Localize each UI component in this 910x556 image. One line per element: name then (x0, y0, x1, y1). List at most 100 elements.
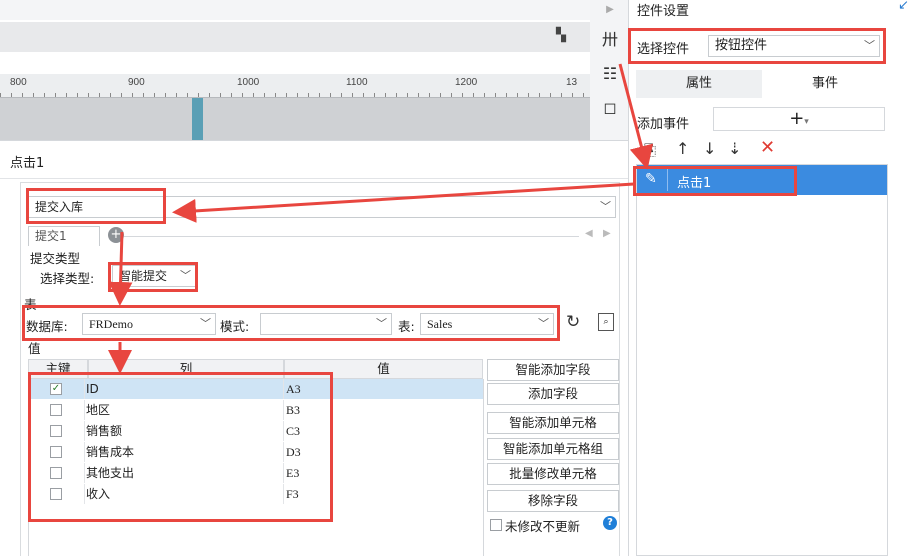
selected-column-marker (192, 98, 203, 140)
dialog-title: 点击1 (10, 156, 45, 171)
ruler-tick (418, 93, 419, 97)
ruler-number: 900 (128, 77, 145, 88)
design-canvas[interactable] (0, 98, 590, 140)
smart-add-cell-group-button[interactable]: 智能添加单元格组 (487, 438, 619, 460)
sort-icon[interactable]: ⇣ (728, 139, 741, 158)
ruler-tick (506, 93, 507, 97)
ruler-tick (77, 93, 78, 97)
top-strip (0, 0, 590, 20)
ruler-tick (99, 93, 100, 97)
ruler-tick (528, 93, 529, 97)
no-update-label: 未修改不更新 (505, 519, 581, 534)
ruler-tick (539, 93, 540, 97)
smart-add-cell-button[interactable]: 智能添加单元格 (487, 412, 619, 434)
ruler-tick (143, 93, 144, 97)
tab-line (124, 236, 579, 237)
ruler-tick (154, 93, 155, 97)
ruler: 800 900 1000 1100 1200 13 (0, 74, 590, 98)
ruler-tick (187, 93, 188, 97)
annotation-box-table (22, 305, 560, 341)
ruler-tick (572, 93, 573, 97)
ruler-tick (363, 93, 364, 97)
refresh-icon[interactable]: ↻ (566, 312, 580, 332)
add-tab-icon[interactable]: + (108, 227, 124, 243)
ruler-tick (11, 93, 12, 97)
tab-scroll-left-icon[interactable]: ◀ (585, 228, 593, 239)
batch-edit-cell-button[interactable]: 批量修改单元格 (487, 463, 619, 485)
ruler-tick (385, 93, 386, 97)
ruler-tick (517, 93, 518, 97)
caret-down-icon: ▾ (804, 117, 809, 127)
annotation-box-event (633, 166, 797, 196)
add-event-button[interactable]: +▾ (713, 107, 885, 131)
ruler-tick (550, 93, 551, 97)
frame-icon[interactable]: ◻ (600, 98, 620, 118)
chevron-down-icon: ﹀ (600, 200, 611, 213)
ruler-number: 13 (566, 77, 578, 88)
ruler-tick (264, 93, 265, 97)
ruler-tick (220, 93, 221, 97)
preview-icon[interactable]: ⌕ (598, 313, 614, 331)
layout-icon[interactable]: 卅 (600, 30, 620, 50)
ruler-tick (561, 93, 562, 97)
annotation-box-control-select (628, 28, 886, 64)
ruler-tick (121, 93, 122, 97)
ruler-tick (22, 93, 23, 97)
ruler-tick (330, 93, 331, 97)
ruler-tick (66, 93, 67, 97)
ruler-tick (495, 93, 496, 97)
smart-add-field-button[interactable]: 智能添加字段 (487, 359, 619, 381)
ruler-tick (253, 93, 254, 97)
ruler-number: 1200 (455, 77, 478, 88)
help-icon[interactable]: ? (603, 516, 617, 530)
ruler-tick (55, 93, 56, 97)
add-event-label: 添加事件 (637, 117, 690, 132)
ruler-tick (286, 93, 287, 97)
ruler-tick (198, 93, 199, 97)
ruler-tick (44, 93, 45, 97)
ruler-tick (396, 93, 397, 97)
collapse-icon[interactable]: ↙ (898, 0, 909, 13)
add-field-button[interactable]: 添加字段 (487, 383, 619, 405)
info-icon[interactable]: ☷ (600, 64, 620, 84)
panel-title: 控件设置 (637, 4, 690, 19)
expand-arrow-icon[interactable]: ▶ (600, 0, 620, 20)
move-up-icon[interactable]: ↑ (676, 139, 689, 158)
ruler-tick (88, 93, 89, 97)
tab-properties[interactable]: 属性 (636, 70, 762, 98)
ruler-tick (451, 93, 452, 97)
ruler-number: 1000 (237, 77, 260, 88)
ruler-tick (583, 93, 584, 97)
ruler-tick (473, 93, 474, 97)
ruler-tick (165, 93, 166, 97)
tab-submit1[interactable]: 提交1 (28, 226, 100, 246)
ruler-tick (308, 93, 309, 97)
select-type-label: 选择类型: (40, 271, 95, 286)
ruler-tick (33, 93, 34, 97)
tab-scroll-right-icon[interactable]: ▶ (603, 228, 611, 239)
format-painter-icon[interactable]: ▚ (556, 28, 566, 43)
ruler-tick (0, 93, 1, 97)
ruler-tick (231, 93, 232, 97)
ruler-tick (484, 93, 485, 97)
grid-right-border (483, 379, 484, 556)
ruler-tick (374, 93, 375, 97)
annotation-box-action (26, 188, 166, 224)
ruler-tick (407, 93, 408, 97)
ruler-tick (242, 93, 243, 97)
tab-events[interactable]: 事件 (762, 70, 888, 98)
remove-field-button[interactable]: 移除字段 (487, 490, 619, 512)
copy-icon[interactable]: ⎘ (644, 141, 656, 159)
ruler-tick (297, 93, 298, 97)
submit-type-heading: 提交类型 (30, 251, 81, 266)
ruler-number: 800 (10, 77, 27, 88)
ruler-tick (110, 93, 111, 97)
ruler-tick (132, 93, 133, 97)
move-down-icon[interactable]: ↓ (703, 139, 716, 158)
ruler-number: 1100 (346, 77, 368, 88)
delete-icon[interactable]: ✕ (760, 137, 775, 158)
no-update-checkbox[interactable] (490, 519, 502, 531)
annotation-box-submit-type (108, 262, 198, 292)
ruler-tick (352, 93, 353, 97)
settings-tabs: 属性 事件 (636, 70, 888, 98)
